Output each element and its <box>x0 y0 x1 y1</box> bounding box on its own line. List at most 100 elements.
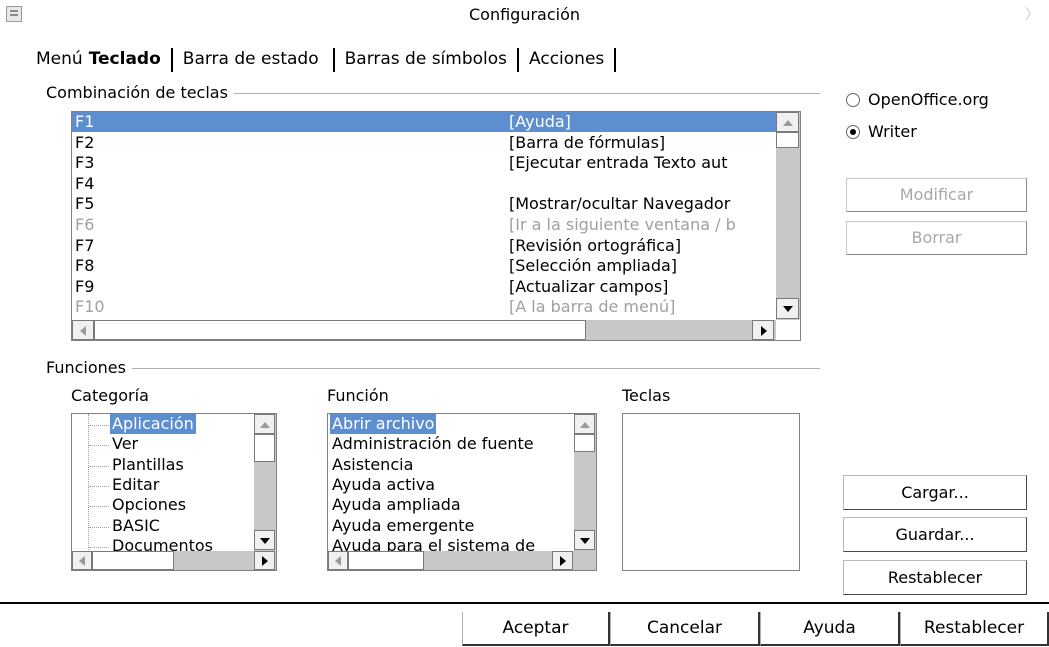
scroll-right-button[interactable] <box>552 551 573 570</box>
scroll-up-button[interactable] <box>776 112 799 132</box>
reset-keys-button[interactable]: Restablecer <box>843 560 1027 595</box>
category-item[interactable]: Ver <box>112 434 138 454</box>
category-item[interactable]: Editar <box>112 475 159 495</box>
tab-separator <box>332 48 335 72</box>
scroll-left-button[interactable] <box>72 320 94 340</box>
scroll-thumb[interactable] <box>254 434 275 462</box>
function-label: Función <box>327 386 389 405</box>
help-button[interactable]: Ayuda <box>760 612 900 646</box>
modify-button[interactable]: Modificar <box>846 178 1027 212</box>
shortcut-key: F5 <box>75 194 95 214</box>
arrow-up-icon <box>260 422 270 428</box>
shortcut-command: [Mostrar/ocultar Navegador <box>509 194 731 214</box>
arrow-right-icon <box>262 556 268 566</box>
shortcut-keys-list[interactable]: F1 [Ayuda] F2 [Barra de fórmulas] F3 [Ejecuta… <box>71 111 801 341</box>
horizontal-scrollbar[interactable] <box>72 320 776 340</box>
scroll-right-button[interactable] <box>752 320 774 340</box>
function-item[interactable]: Ayuda activa <box>332 475 435 495</box>
cancel-button[interactable]: Cancelar <box>610 612 760 646</box>
scope-openoffice-radio[interactable]: OpenOffice.org <box>846 90 989 109</box>
tab-separator <box>614 48 617 72</box>
shortcut-row[interactable]: F9 [Actualizar campos] <box>72 277 776 297</box>
dialog-divider <box>0 602 1049 604</box>
category-tree[interactable]: Aplicación Ver Plantillas Editar Opciones BAS… <box>71 413 277 571</box>
function-item[interactable]: Asistencia <box>332 455 413 475</box>
vertical-scrollbar[interactable] <box>776 112 800 320</box>
shortcut-command: [Ejecutar entrada Texto aut <box>509 153 728 173</box>
radio-label: OpenOffice.org <box>868 90 989 109</box>
horizontal-scrollbar[interactable] <box>72 551 276 570</box>
shortcut-row[interactable]: F5 [Mostrar/ocultar Navegador <box>72 194 776 214</box>
shortcut-key: F7 <box>75 235 95 255</box>
shortcut-row[interactable]: F4 <box>72 174 776 194</box>
tab-menu[interactable]: Menú <box>30 46 89 72</box>
scroll-thumb-horizontal[interactable] <box>92 551 174 570</box>
scroll-left-button[interactable] <box>328 551 348 570</box>
function-item[interactable]: Administración de fuente <box>332 434 534 454</box>
scroll-up-button[interactable] <box>574 414 595 434</box>
function-item[interactable]: Ayuda emergente <box>332 516 474 536</box>
tree-connector <box>89 485 109 487</box>
shortcut-row[interactable]: F3 [Ejecutar entrada Texto aut <box>72 153 776 173</box>
arrow-left-icon <box>335 556 341 566</box>
tab-status-bar[interactable]: Barra de estado <box>177 46 325 72</box>
close-icon[interactable]: 〉 <box>1025 6 1039 24</box>
category-item[interactable]: Aplicación <box>110 414 196 434</box>
category-item[interactable]: Plantillas <box>112 455 184 475</box>
category-label: Categoría <box>71 386 149 405</box>
shortcut-row[interactable]: F10 [A la barra de menú] <box>72 297 776 317</box>
shortcut-row[interactable]: F8 [Selección ampliada] <box>72 256 776 276</box>
shortcut-command: [Revisión ortográfica] <box>509 235 682 255</box>
scroll-down-button[interactable] <box>776 298 799 319</box>
shortcut-row[interactable]: F1 [Ayuda] <box>72 112 776 132</box>
keys-list[interactable] <box>622 413 800 571</box>
vertical-scrollbar[interactable] <box>254 414 276 551</box>
tree-connector <box>89 506 109 508</box>
reset-dialog-button[interactable]: Restablecer <box>900 612 1049 646</box>
scroll-thumb[interactable] <box>776 132 799 148</box>
tab-keyboard[interactable]: Teclado <box>89 46 167 72</box>
shortcut-row[interactable]: F2 [Barra de fórmulas] <box>72 133 776 153</box>
delete-button[interactable]: Borrar <box>846 221 1027 255</box>
scroll-down-button[interactable] <box>574 530 595 550</box>
keys-label: Teclas <box>622 386 671 405</box>
shortcut-command: [Selección ampliada] <box>509 256 678 276</box>
arrow-left-icon <box>80 326 86 336</box>
function-item[interactable]: Abrir archivo <box>330 414 437 434</box>
scroll-left-button[interactable] <box>72 551 92 570</box>
arrow-up-icon <box>580 422 590 428</box>
tab-toolbars[interactable]: Barras de símbolos <box>339 46 513 72</box>
scroll-thumb-horizontal[interactable] <box>94 320 586 340</box>
arrow-right-icon <box>560 556 566 566</box>
scroll-thumb-horizontal[interactable] <box>348 551 424 570</box>
arrow-down-icon <box>580 538 590 544</box>
scroll-down-button[interactable] <box>254 530 275 550</box>
horizontal-scrollbar[interactable] <box>328 551 596 570</box>
tab-separator <box>517 48 520 72</box>
radio-unchecked-icon <box>846 93 860 107</box>
function-list[interactable]: Abrir archivo Administración de fuente Asi… <box>327 413 597 571</box>
shortcut-key: F1 <box>75 112 95 131</box>
load-button[interactable]: Cargar... <box>843 475 1027 510</box>
vertical-scrollbar[interactable] <box>574 414 596 551</box>
reset-keys-button-label: Restablecer <box>887 568 983 587</box>
shortcut-key: F4 <box>75 173 95 193</box>
save-button[interactable]: Guardar... <box>843 517 1027 552</box>
arrow-right-icon <box>761 326 767 336</box>
scope-writer-radio[interactable]: Writer <box>846 122 917 141</box>
scroll-right-button[interactable] <box>254 551 275 570</box>
arrow-up-icon <box>783 120 793 126</box>
category-item[interactable]: BASIC <box>112 516 160 536</box>
shortcut-row[interactable]: F7 [Revisión ortográfica] <box>72 236 776 256</box>
category-item[interactable]: Opciones <box>112 495 186 515</box>
shortcut-key: F3 <box>75 153 95 173</box>
tab-bar: Menú Teclado Barra de estado Barras de s… <box>30 44 620 72</box>
scroll-up-button[interactable] <box>254 414 275 434</box>
functions-group-label: Funciones <box>46 357 132 379</box>
tab-actions[interactable]: Acciones <box>523 46 610 72</box>
shortcut-keys-group-label: Combinación de teclas <box>46 82 234 104</box>
scroll-thumb[interactable] <box>574 434 595 452</box>
function-item[interactable]: Ayuda ampliada <box>332 495 461 515</box>
ok-button[interactable]: Aceptar <box>462 612 610 646</box>
shortcut-row[interactable]: F6 [Ir a la siguiente ventana / b <box>72 215 776 235</box>
